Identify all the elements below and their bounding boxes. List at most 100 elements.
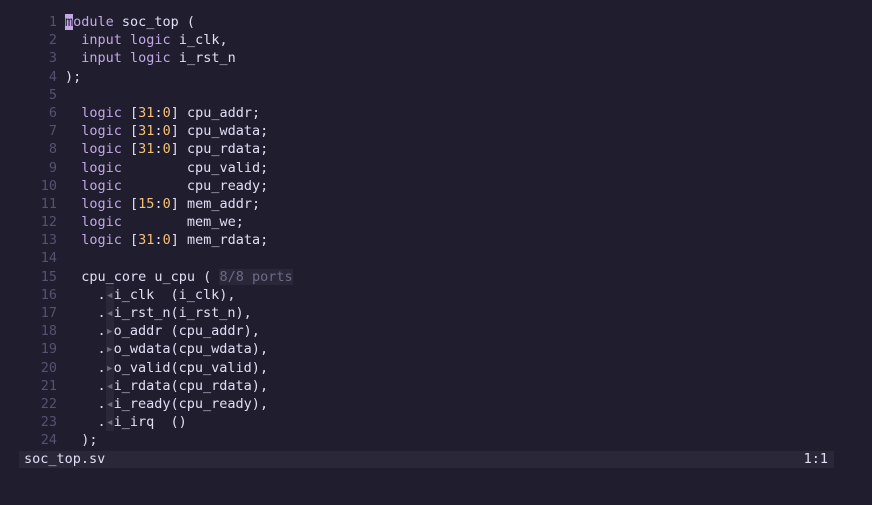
code-token: . bbox=[65, 341, 106, 358]
code-line[interactable]: 3 input logic i_rst_n bbox=[0, 49, 872, 67]
keyword-token: logic bbox=[81, 159, 122, 176]
code-token: : bbox=[154, 123, 163, 140]
code-token: i_rst_n(i_rst_n), bbox=[113, 305, 252, 321]
number-token: 31 bbox=[138, 104, 155, 121]
output-port-arrow-icon: ▸ bbox=[105, 340, 114, 359]
line-number: 3 bbox=[48, 50, 57, 67]
code-line[interactable]: 4); bbox=[0, 68, 872, 86]
line-number: 7 bbox=[48, 123, 57, 140]
code-token: [ bbox=[121, 104, 139, 121]
line-content[interactable]: .▸o_valid(cpu_valid), bbox=[65, 358, 268, 377]
code-line[interactable]: 24 ); bbox=[0, 431, 872, 449]
line-content[interactable]: .◂i_rdata(cpu_rdata), bbox=[65, 376, 268, 395]
line-content[interactable]: cpu_core u_cpu ( 8/8 ports bbox=[65, 268, 293, 286]
code-line[interactable]: 18 .▸o_addr (cpu_addr), bbox=[0, 322, 872, 341]
code-line[interactable]: 20 .▸o_valid(cpu_valid), bbox=[0, 358, 872, 377]
code-line[interactable]: 5 bbox=[0, 86, 872, 104]
code-line[interactable]: 23 .◂i_irq () bbox=[0, 413, 872, 432]
line-content[interactable]: .◂i_irq () bbox=[65, 413, 187, 432]
code-line[interactable]: 15 cpu_core u_cpu ( 8/8 ports bbox=[0, 268, 872, 286]
line-content[interactable]: .◂i_clk (i_clk), bbox=[65, 285, 236, 305]
code-editor[interactable]: 1 module soc_top (2 input logic i_clk, 3 i… bbox=[0, 13, 872, 450]
input-port-arrow-icon: ◂ bbox=[105, 285, 114, 305]
keyword-token: input bbox=[81, 50, 122, 67]
code-token: i_irq () bbox=[113, 414, 187, 431]
code-line[interactable]: 12 logic mem_we; bbox=[0, 213, 872, 231]
code-line[interactable]: 19 .▸o_wdata(cpu_wdata), bbox=[0, 340, 872, 359]
code-line[interactable]: 2 input logic i_clk, bbox=[0, 31, 872, 49]
code-token: soc_top ( bbox=[113, 14, 196, 30]
line-content[interactable]: logic [31:0] mem_rdata; bbox=[65, 231, 268, 249]
keyword-token: logic bbox=[81, 141, 122, 158]
line-number: 4 bbox=[48, 68, 57, 85]
code-line[interactable]: 16 .◂i_clk (i_clk), bbox=[0, 285, 872, 305]
text-cursor: m bbox=[65, 14, 74, 30]
code-token: [ bbox=[121, 141, 139, 158]
keyword-token: logic bbox=[81, 214, 122, 231]
number-token: 0 bbox=[162, 232, 171, 249]
code-line[interactable]: 21 .◂i_rdata(cpu_rdata), bbox=[0, 376, 872, 395]
line-content[interactable]: logic [31:0] cpu_wdata; bbox=[65, 122, 268, 140]
line-number: 17 bbox=[40, 305, 57, 321]
code-token: . bbox=[65, 286, 106, 303]
code-line[interactable]: 13 logic [31:0] mem_rdata; bbox=[0, 231, 872, 249]
line-number: 24 bbox=[40, 432, 57, 449]
code-token: : bbox=[154, 104, 163, 121]
code-line[interactable]: 1 module soc_top ( bbox=[0, 13, 872, 31]
code-token: [ bbox=[121, 232, 139, 249]
code-token: ] cpu_wdata; bbox=[170, 123, 269, 140]
line-content[interactable]: .▸o_addr (cpu_addr), bbox=[65, 322, 260, 341]
line-number: 21 bbox=[40, 377, 57, 394]
line-content[interactable]: logic cpu_valid; bbox=[65, 159, 268, 177]
code-token: ] cpu_rdata; bbox=[170, 141, 269, 158]
line-content[interactable]: ); bbox=[65, 68, 81, 86]
input-port-arrow-icon: ◂ bbox=[105, 413, 114, 432]
number-token: 15 bbox=[138, 195, 155, 212]
number-token: 0 bbox=[162, 141, 171, 158]
line-number: 6 bbox=[48, 104, 57, 121]
line-content[interactable]: logic [15:0] mem_addr; bbox=[65, 195, 260, 213]
number-token: 31 bbox=[138, 232, 155, 249]
code-line[interactable]: 10 logic cpu_ready; bbox=[0, 177, 872, 195]
number-token: 31 bbox=[138, 141, 155, 158]
code-line[interactable]: 7 logic [31:0] cpu_wdata; bbox=[0, 122, 872, 140]
line-content[interactable]: .◂i_rst_n(i_rst_n), bbox=[65, 304, 252, 323]
code-line[interactable]: 9 logic cpu_valid; bbox=[0, 159, 872, 177]
line-content[interactable]: logic [31:0] cpu_rdata; bbox=[65, 140, 268, 158]
input-port-arrow-icon: ◂ bbox=[105, 376, 114, 395]
line-content[interactable]: logic mem_we; bbox=[65, 213, 244, 231]
line-number: 10 bbox=[40, 177, 57, 194]
code-line[interactable]: 11 logic [15:0] mem_addr; bbox=[0, 195, 872, 213]
line-content[interactable]: .◂i_ready(cpu_ready), bbox=[65, 394, 268, 414]
code-token: . bbox=[65, 395, 106, 412]
line-content[interactable]: input logic i_clk, bbox=[65, 31, 228, 49]
line-number: 16 bbox=[40, 286, 57, 303]
line-content[interactable]: module soc_top ( bbox=[65, 13, 195, 31]
code-line[interactable]: 22 .◂i_ready(cpu_ready), bbox=[0, 394, 872, 414]
line-number: 23 bbox=[40, 414, 57, 431]
code-token: o_addr (cpu_addr), bbox=[113, 323, 260, 340]
number-token: 0 bbox=[162, 195, 171, 212]
code-line[interactable]: 8 logic [31:0] cpu_rdata; bbox=[0, 140, 872, 158]
code-line[interactable]: 14 bbox=[0, 249, 872, 267]
line-content[interactable]: logic cpu_ready; bbox=[65, 177, 268, 195]
number-token: 31 bbox=[138, 123, 155, 140]
line-content[interactable]: logic [31:0] cpu_addr; bbox=[65, 104, 260, 122]
code-token: i_rst_n bbox=[170, 50, 236, 67]
code-line[interactable]: 6 logic [31:0] cpu_addr; bbox=[0, 104, 872, 122]
code-token: ); bbox=[65, 68, 82, 85]
line-content[interactable]: .▸o_wdata(cpu_wdata), bbox=[65, 340, 268, 359]
line-content[interactable]: input logic i_rst_n bbox=[65, 49, 236, 67]
line-number: 11 bbox=[40, 195, 57, 212]
code-token: [ bbox=[121, 123, 139, 140]
code-line[interactable]: 17 .◂i_rst_n(i_rst_n), bbox=[0, 304, 872, 323]
code-token: i_clk, bbox=[170, 32, 228, 49]
code-token: cpu_core u_cpu ( bbox=[65, 268, 220, 285]
line-content[interactable]: ); bbox=[65, 431, 97, 449]
line-number: 14 bbox=[40, 250, 57, 267]
